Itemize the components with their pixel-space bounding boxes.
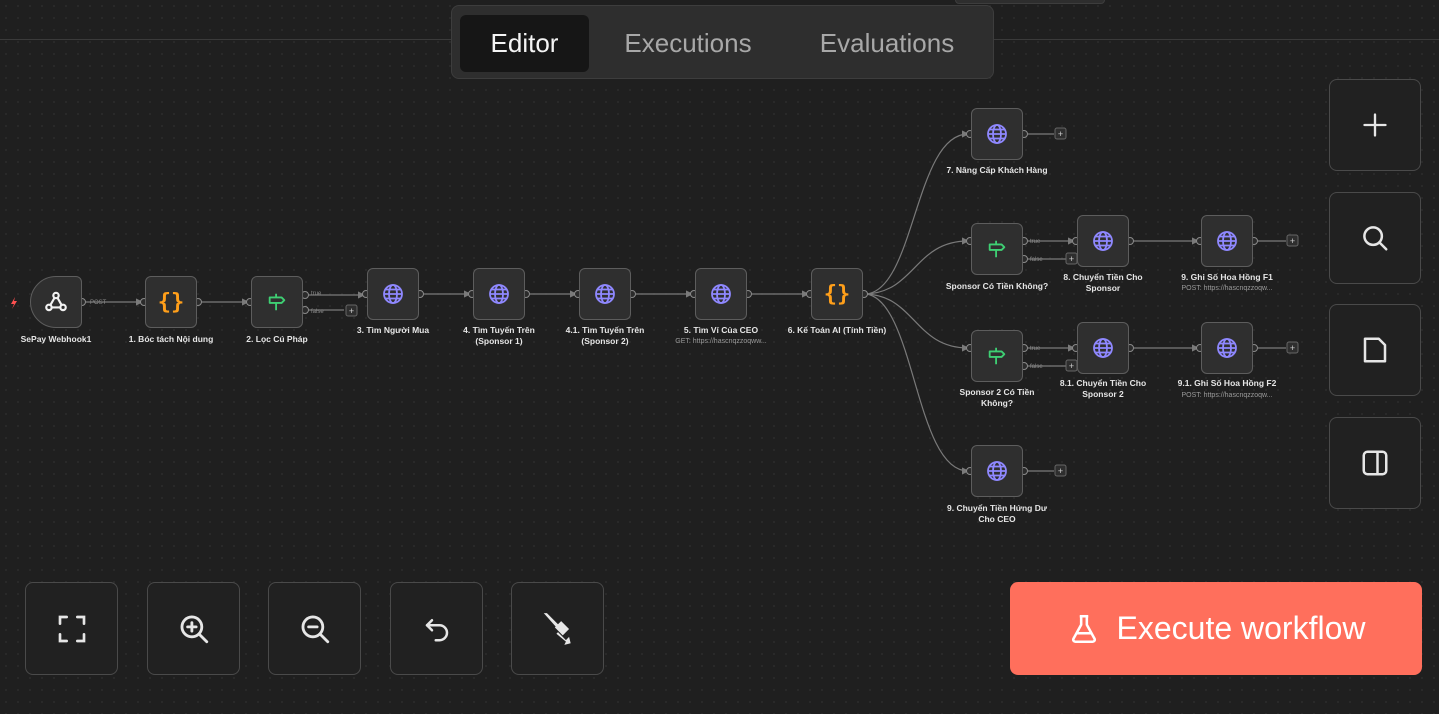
add-node-button[interactable]: + bbox=[349, 306, 354, 316]
code-braces-icon: {} bbox=[823, 281, 851, 307]
add-node-button[interactable]: + bbox=[1069, 361, 1074, 371]
flask-icon bbox=[1071, 614, 1096, 643]
node-sepay-webhook[interactable] bbox=[30, 276, 82, 328]
node-sponsor-co-tien[interactable] bbox=[971, 223, 1023, 275]
tab-editor[interactable]: Editor bbox=[460, 15, 589, 72]
signpost-icon bbox=[988, 347, 1006, 365]
globe-icon bbox=[489, 284, 509, 304]
code-braces-icon: {} bbox=[157, 289, 185, 315]
node-subtitle: POST: https://hascnqzzoqw... bbox=[1181, 392, 1273, 399]
globe-icon bbox=[1217, 338, 1237, 358]
globe-icon bbox=[1217, 231, 1237, 251]
search-icon bbox=[1363, 226, 1388, 251]
node-tim-tuyen-tren-2[interactable] bbox=[579, 268, 631, 320]
node-label: 9. Ghi Số Hoa Hồng F1 bbox=[1181, 272, 1273, 282]
node-tim-nguoi-mua[interactable] bbox=[367, 268, 419, 320]
node-label: 9. Chuyển Tiền Hứng Dư Cho CEO bbox=[947, 503, 1047, 524]
view-tabs: Editor Executions Evaluations bbox=[451, 5, 994, 79]
node-ke-toan-ai[interactable]: {} bbox=[811, 268, 863, 320]
edge-label-false: false bbox=[1030, 257, 1043, 263]
zoom-in-icon bbox=[180, 615, 208, 643]
node-loc-cu-phap[interactable] bbox=[251, 276, 303, 328]
edge-label-true: true bbox=[1030, 239, 1041, 245]
node-nang-cap-khach-hang[interactable] bbox=[971, 108, 1023, 160]
edge-label-post: POST bbox=[90, 300, 107, 306]
tidy-up-button[interactable] bbox=[511, 582, 604, 675]
node-tim-vi-ceo[interactable] bbox=[695, 268, 747, 320]
fit-view-icon bbox=[58, 615, 85, 642]
add-node-button[interactable]: + bbox=[1290, 236, 1295, 246]
webhook-icon bbox=[45, 291, 67, 312]
trigger-bolt-icon bbox=[11, 297, 17, 309]
plus-icon bbox=[1363, 113, 1387, 137]
globe-icon bbox=[1093, 231, 1113, 251]
toggle-panel-button[interactable] bbox=[1329, 417, 1421, 509]
globe-icon bbox=[987, 461, 1007, 481]
node-ghi-so-f1[interactable] bbox=[1201, 215, 1253, 267]
zoom-out-button[interactable] bbox=[268, 582, 361, 675]
node-label: 7. Nâng Cấp Khách Hàng bbox=[946, 165, 1048, 175]
node-label: 9.1. Ghi Số Hoa Hồng F2 bbox=[1177, 378, 1277, 388]
tab-evaluations[interactable]: Evaluations bbox=[792, 15, 982, 72]
add-node-button[interactable]: + bbox=[1058, 466, 1063, 476]
node-ghi-so-f2[interactable] bbox=[1201, 322, 1253, 374]
node-chuyen-tien-sponsor2[interactable] bbox=[1077, 322, 1129, 374]
tab-executions[interactable]: Executions bbox=[602, 15, 774, 72]
fit-view-button[interactable] bbox=[25, 582, 118, 675]
zoom-out-icon bbox=[301, 615, 329, 643]
signpost-icon bbox=[988, 240, 1006, 258]
panel-icon bbox=[1362, 450, 1388, 476]
node-boc-tach[interactable]: {} bbox=[145, 276, 197, 328]
execute-workflow-button[interactable]: Execute workflow bbox=[1010, 582, 1422, 675]
node-subtitle: POST: https://hascnqzzoqw... bbox=[1181, 285, 1273, 292]
node-tim-tuyen-tren-1[interactable] bbox=[473, 268, 525, 320]
globe-icon bbox=[383, 284, 403, 304]
node-chuyen-tien-sponsor[interactable] bbox=[1077, 215, 1129, 267]
sticky-note-icon bbox=[1363, 337, 1387, 363]
globe-icon bbox=[1093, 338, 1113, 358]
execute-label: Execute workflow bbox=[1116, 610, 1366, 646]
edge-label-true: true bbox=[311, 291, 322, 297]
node-sponsor2-co-tien[interactable] bbox=[971, 330, 1023, 382]
add-node-button[interactable]: + bbox=[1290, 343, 1295, 353]
undo-button[interactable] bbox=[390, 582, 483, 675]
add-sticky-note-button[interactable] bbox=[1329, 304, 1421, 396]
signpost-icon bbox=[268, 293, 286, 311]
globe-icon bbox=[987, 124, 1007, 144]
add-node-button[interactable]: + bbox=[1069, 254, 1074, 264]
node-chuyen-tien-ceo[interactable] bbox=[971, 445, 1023, 497]
zoom-in-button[interactable] bbox=[147, 582, 240, 675]
edge-label-false: false bbox=[311, 309, 324, 315]
edge-label-true: true bbox=[1030, 346, 1041, 352]
undo-icon bbox=[425, 618, 448, 641]
node-label: 6. Kế Toán AI (Tính Tiền) bbox=[787, 325, 887, 335]
add-node-button[interactable]: + bbox=[1058, 129, 1063, 139]
node-subtitle: GET: https://hascnqzzoqww... bbox=[675, 338, 767, 345]
globe-icon bbox=[595, 284, 615, 304]
globe-icon bbox=[711, 284, 731, 304]
search-nodes-button[interactable] bbox=[1329, 192, 1421, 284]
add-node-panel-button[interactable] bbox=[1329, 79, 1421, 171]
broom-icon bbox=[543, 612, 571, 645]
edge-label-false: false bbox=[1030, 364, 1043, 370]
